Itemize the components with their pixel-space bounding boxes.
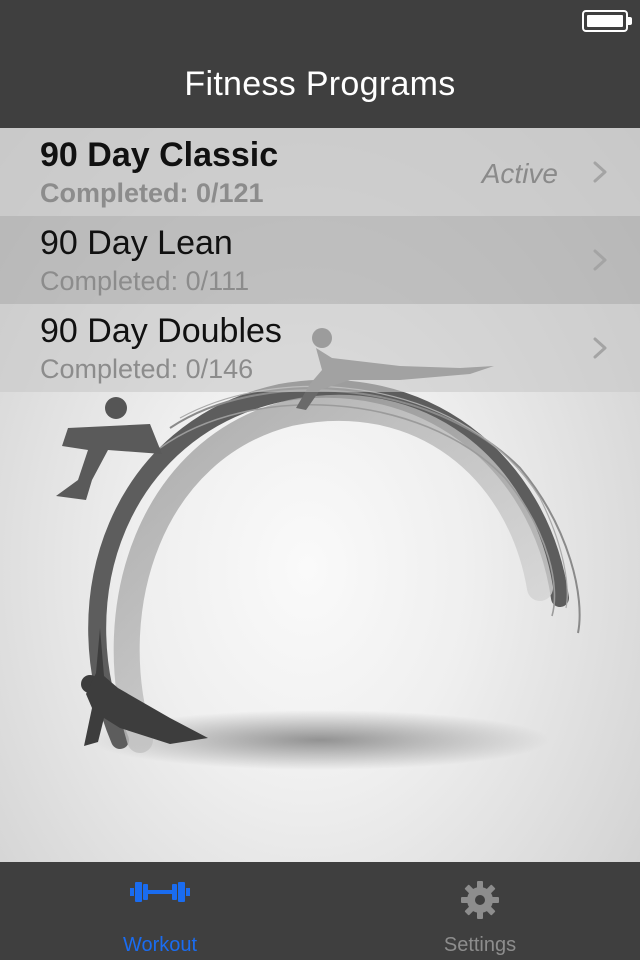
program-title: 90 Day Classic xyxy=(40,136,279,174)
dumbbell-icon xyxy=(130,882,190,902)
list-item-program[interactable]: 90 Day Lean Completed: 0/111 xyxy=(0,216,640,304)
battery-icon xyxy=(582,10,632,32)
program-list: 90 Day Classic Completed: 0/121 Active 9… xyxy=(0,128,640,392)
program-title: 90 Day Lean xyxy=(40,224,233,262)
tab-settings[interactable]: Settings xyxy=(320,862,640,960)
status-bar xyxy=(0,0,640,40)
program-title: 90 Day Doubles xyxy=(40,312,282,350)
gear-icon xyxy=(461,881,499,919)
tab-bar: Workout Settings xyxy=(0,862,640,960)
tab-label: Settings xyxy=(443,934,517,956)
content-area: 90 Day Classic Completed: 0/121 Active 9… xyxy=(0,128,640,862)
list-item-program[interactable]: 90 Day Classic Completed: 0/121 Active xyxy=(0,128,640,216)
tab-label: Workout xyxy=(122,934,198,956)
program-progress: Completed: 0/121 xyxy=(40,178,264,208)
tab-workout[interactable]: Workout xyxy=(0,862,320,960)
program-progress: Completed: 0/111 xyxy=(40,266,250,296)
program-progress: Completed: 0/146 xyxy=(40,354,254,384)
chevron-right-icon xyxy=(593,337,607,359)
program-status-badge: Active xyxy=(481,158,558,189)
chevron-right-icon xyxy=(593,249,607,271)
chevron-right-icon xyxy=(593,161,607,183)
navigation-bar: Fitness Programs xyxy=(0,40,640,128)
list-item-program[interactable]: 90 Day Doubles Completed: 0/146 xyxy=(0,304,640,392)
page-title: Fitness Programs xyxy=(184,64,456,103)
